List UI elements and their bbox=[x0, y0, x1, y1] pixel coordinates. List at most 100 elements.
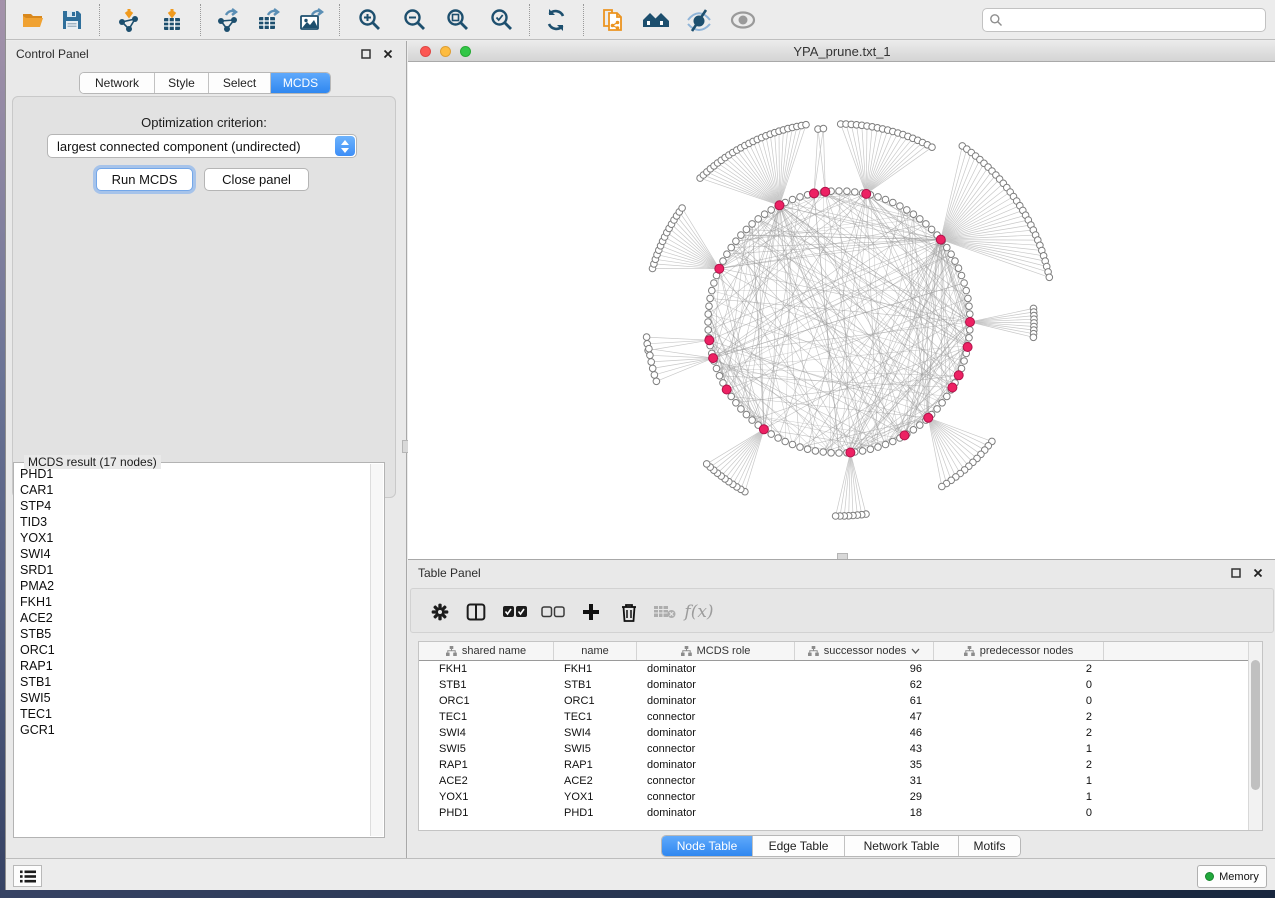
cell-shared_name[interactable]: TEC1 bbox=[419, 709, 554, 725]
ring-node[interactable] bbox=[882, 441, 889, 448]
ring-node[interactable] bbox=[882, 196, 889, 203]
ring-node[interactable] bbox=[910, 211, 917, 218]
leaf-node[interactable] bbox=[648, 359, 655, 366]
network-canvas[interactable] bbox=[408, 62, 1275, 559]
leaf-node[interactable] bbox=[653, 378, 660, 385]
ring-node[interactable] bbox=[867, 446, 874, 453]
ring-node[interactable] bbox=[859, 448, 866, 455]
mcds-node[interactable] bbox=[810, 189, 819, 198]
leaf-node[interactable] bbox=[929, 144, 936, 151]
cell-successor_nodes[interactable]: 96 bbox=[795, 661, 934, 677]
delete-column-icon[interactable] bbox=[614, 598, 644, 626]
ring-node[interactable] bbox=[955, 265, 962, 272]
column-header-shared-name[interactable]: shared name bbox=[419, 642, 554, 660]
cell-predecessor_nodes[interactable]: 2 bbox=[934, 757, 1104, 773]
select-all-rows-icon[interactable] bbox=[500, 598, 530, 626]
ring-node[interactable] bbox=[705, 311, 712, 318]
ring-node[interactable] bbox=[749, 221, 756, 228]
ring-node[interactable] bbox=[967, 311, 974, 318]
leaf-node[interactable] bbox=[832, 513, 839, 520]
mcds-node[interactable] bbox=[709, 354, 718, 363]
ring-node[interactable] bbox=[852, 189, 859, 196]
cell-mcds_role[interactable]: dominator bbox=[637, 661, 795, 677]
memory-button[interactable]: Memory bbox=[1197, 865, 1267, 888]
ring-node[interactable] bbox=[804, 446, 811, 453]
mcds-node[interactable] bbox=[963, 343, 972, 352]
mcds-node[interactable] bbox=[705, 336, 714, 345]
ring-node[interactable] bbox=[875, 194, 882, 201]
ring-node[interactable] bbox=[910, 427, 917, 434]
close-panel-icon[interactable] bbox=[1250, 566, 1266, 580]
mcds-node[interactable] bbox=[966, 318, 975, 327]
column-header-MCDS-role[interactable]: MCDS role bbox=[637, 642, 795, 660]
zoom-fit-icon[interactable] bbox=[443, 6, 473, 34]
cell-predecessor_nodes[interactable]: 0 bbox=[934, 805, 1104, 821]
export-table-icon[interactable] bbox=[253, 6, 283, 34]
table-row[interactable]: ACE2ACE2connector311 bbox=[419, 773, 1249, 789]
mcds-result-item[interactable]: STB5 bbox=[15, 626, 370, 642]
zoom-out-icon[interactable] bbox=[400, 6, 430, 34]
mcds-result-item[interactable]: YOX1 bbox=[15, 530, 370, 546]
mcds-result-item[interactable]: FKH1 bbox=[15, 594, 370, 610]
ring-node[interactable] bbox=[768, 431, 775, 438]
mcds-result-item[interactable]: CAR1 bbox=[15, 482, 370, 498]
leaf-node[interactable] bbox=[643, 334, 650, 341]
float-panel-icon[interactable] bbox=[358, 47, 374, 61]
cell-name[interactable]: PHD1 bbox=[554, 805, 637, 821]
ring-node[interactable] bbox=[875, 444, 882, 451]
ring-node[interactable] bbox=[743, 226, 750, 233]
table-row[interactable]: ORC1ORC1dominator610 bbox=[419, 693, 1249, 709]
mcds-result-item[interactable]: TEC1 bbox=[15, 706, 370, 722]
tab-mcds[interactable]: MCDS bbox=[271, 73, 330, 93]
table-scrollbar-thumb[interactable] bbox=[1251, 660, 1260, 790]
cell-name[interactable]: SWI5 bbox=[554, 741, 637, 757]
cell-successor_nodes[interactable]: 31 bbox=[795, 773, 934, 789]
cell-successor_nodes[interactable]: 18 bbox=[795, 805, 934, 821]
zoom-selected-icon[interactable] bbox=[487, 6, 517, 34]
float-panel-icon[interactable] bbox=[1228, 566, 1244, 580]
mcds-node[interactable] bbox=[900, 431, 909, 440]
mcds-node[interactable] bbox=[722, 385, 731, 394]
network-window-titlebar[interactable]: YPA_prune.txt_1 bbox=[408, 41, 1275, 62]
ring-node[interactable] bbox=[958, 272, 965, 279]
tab-network-table[interactable]: Network Table bbox=[845, 836, 959, 856]
ring-node[interactable] bbox=[720, 258, 727, 265]
zoom-in-icon[interactable] bbox=[355, 6, 385, 34]
tab-node-table[interactable]: Node Table bbox=[662, 836, 753, 856]
mcds-node[interactable] bbox=[846, 448, 855, 457]
cell-mcds_role[interactable]: connector bbox=[637, 741, 795, 757]
column-header-predecessor-nodes[interactable]: predecessor nodes bbox=[934, 642, 1104, 660]
mcds-result-item[interactable]: GCR1 bbox=[15, 722, 370, 738]
tab-network[interactable]: Network bbox=[80, 73, 155, 93]
mcds-node[interactable] bbox=[948, 383, 957, 392]
ring-node[interactable] bbox=[965, 295, 972, 302]
mcds-result-item[interactable]: SWI4 bbox=[15, 546, 370, 562]
cell-name[interactable]: ORC1 bbox=[554, 693, 637, 709]
ring-node[interactable] bbox=[961, 280, 968, 287]
ring-node[interactable] bbox=[728, 393, 735, 400]
cell-mcds_role[interactable]: dominator bbox=[637, 725, 795, 741]
mcds-result-item[interactable]: TID3 bbox=[15, 514, 370, 530]
cell-mcds_role[interactable]: connector bbox=[637, 773, 795, 789]
cell-shared_name[interactable]: ACE2 bbox=[419, 773, 554, 789]
cell-name[interactable]: SWI4 bbox=[554, 725, 637, 741]
ring-node[interactable] bbox=[952, 258, 959, 265]
cell-name[interactable]: ACE2 bbox=[554, 773, 637, 789]
cell-predecessor_nodes[interactable]: 0 bbox=[934, 693, 1104, 709]
mcds-node[interactable] bbox=[936, 235, 945, 244]
mcds-node[interactable] bbox=[775, 201, 784, 210]
save-icon[interactable] bbox=[57, 6, 87, 34]
ring-node[interactable] bbox=[738, 232, 745, 239]
node-table[interactable]: shared namenameMCDS rolesuccessor nodesp… bbox=[418, 641, 1263, 831]
leaf-node[interactable] bbox=[820, 125, 827, 132]
ring-node[interactable] bbox=[749, 417, 756, 424]
ring-node[interactable] bbox=[917, 216, 924, 223]
mcds-node[interactable] bbox=[924, 413, 933, 422]
ring-node[interactable] bbox=[890, 438, 897, 445]
column-header-successor-nodes[interactable]: successor nodes bbox=[795, 642, 934, 660]
mcds-result-item[interactable]: ORC1 bbox=[15, 642, 370, 658]
cell-shared_name[interactable]: FKH1 bbox=[419, 661, 554, 677]
ring-node[interactable] bbox=[789, 196, 796, 203]
cell-successor_nodes[interactable]: 47 bbox=[795, 709, 934, 725]
mcds-result-item[interactable]: SRD1 bbox=[15, 562, 370, 578]
